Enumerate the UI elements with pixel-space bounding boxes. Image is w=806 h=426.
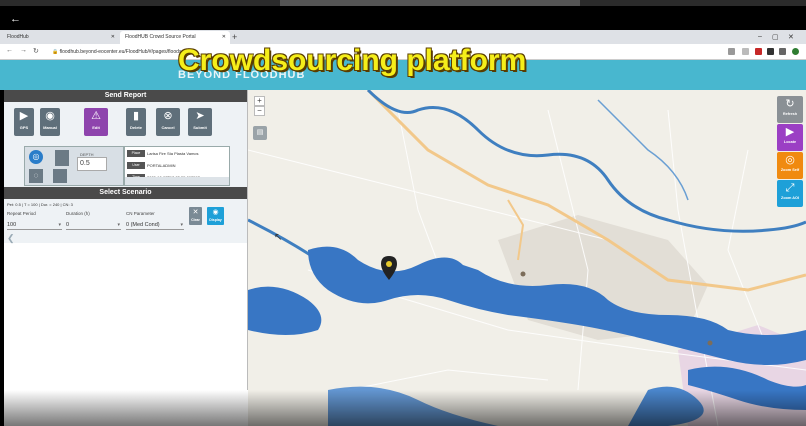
display-button[interactable]: ◉ Display <box>207 207 224 225</box>
extension-icon[interactable] <box>767 48 774 55</box>
tab-label: FloodHUB Crowd Source Portal <box>125 34 196 40</box>
overlay-caption: Crowdsourcing platform <box>178 44 527 77</box>
trash-icon[interactable] <box>55 150 69 166</box>
cancel-button[interactable]: ⊗ Cancel <box>156 108 180 136</box>
select-scenario-header: Select Scenario <box>4 187 247 199</box>
map-poi <box>707 340 713 346</box>
extension-icon[interactable] <box>755 48 762 55</box>
clear-button[interactable]: ✕ Clear <box>189 207 202 225</box>
maximize-button[interactable]: ▢ <box>772 33 779 41</box>
repeat-period-label: Repeat Period <box>7 211 36 216</box>
gps-button[interactable]: ▶ GPS <box>14 108 34 136</box>
minimize-button[interactable]: – <box>758 33 762 40</box>
video-top-strip <box>0 0 806 6</box>
new-tab-button[interactable]: + <box>232 32 237 42</box>
expand-icon: ⤢ <box>785 182 795 194</box>
report-meta: Place Larisa Fire Sta Plasta Vamos User PO… <box>124 146 230 186</box>
eye-icon: ◉ <box>212 209 219 216</box>
locate-icon: ▶ <box>785 126 795 138</box>
video-progress-strip <box>280 0 580 6</box>
meta-row-user: User PORTALADMIN <box>125 161 229 171</box>
camera-icon[interactable]: ◎ <box>29 150 43 164</box>
close-icon: ✕ <box>192 209 199 216</box>
cn-parameter-label: CN Parameter <box>126 211 155 216</box>
back-arrow-icon[interactable]: ← <box>10 13 21 25</box>
trash-icon: ▮ <box>132 110 140 122</box>
map-view[interactable]: + − ▤ ↖ ↻ Refresh ▶ Locate ◎ Zoom Self ⤢ Zoo… <box>248 90 806 426</box>
puzzle-icon[interactable] <box>779 48 786 55</box>
map-canvas <box>248 90 806 426</box>
river <box>366 90 806 233</box>
flood-extent <box>248 286 322 335</box>
meta-row-place: Place Larisa Fire Sta Plasta Vamos <box>125 149 229 159</box>
tab-close-icon[interactable]: ✕ <box>111 34 115 40</box>
repeat-period-select[interactable]: 100 ▾ <box>7 220 62 230</box>
chevron-down-icon: ▾ <box>117 222 120 228</box>
duration-label: Duration (h) <box>66 211 90 216</box>
video-bottom-fade <box>248 390 806 426</box>
delete-button[interactable]: ▮ Delete <box>126 108 146 136</box>
crosshair-icon: ◎ <box>785 154 795 166</box>
layers-icon[interactable]: ▤ <box>253 126 267 140</box>
scenario-summary: Pet: 0.5 | T = 100 | Dur. = 240 | CN: 3 <box>7 202 73 207</box>
report-toolbar: ▶ GPS ◉ Manual ⚠ Edit ▮ Delete ⊗ Cancel ➤ Subm… <box>4 102 247 142</box>
submit-button[interactable]: ➤ Submit <box>188 108 212 136</box>
meta-footer <box>125 177 229 185</box>
image-icon[interactable] <box>53 169 67 183</box>
zoom-aoi-button[interactable]: ⤢ Zoom AOI <box>777 180 803 207</box>
reload-icon[interactable]: ↻ <box>33 47 39 55</box>
browser-tab-bar: FloodHub ✕ FloodHUB Crowd Source Portal … <box>0 30 806 44</box>
side-panel: Send Report ▶ GPS ◉ Manual ⚠ Edit ▮ Delete ⊗… <box>4 90 248 426</box>
refresh-icon: ↻ <box>785 98 795 110</box>
browser-tab-portal[interactable]: FloodHUB Crowd Source Portal ✕ <box>120 31 230 44</box>
collapse-panel-icon[interactable]: ❮ <box>7 233 15 244</box>
depth-input[interactable]: 0.5 <box>77 157 107 171</box>
zoom-in-button[interactable]: + <box>254 96 265 106</box>
tab-close-icon[interactable]: ✕ <box>222 34 226 40</box>
cn-parameter-select[interactable]: 0 (Med Cond) ▾ <box>126 220 184 230</box>
screen-frame: ← FloodHub ✕ FloodHUB Crowd Source Porta… <box>0 0 806 426</box>
close-window-button[interactable]: ✕ <box>788 33 794 41</box>
profile-avatar[interactable] <box>792 48 799 55</box>
gps-icon: ▶ <box>19 110 29 122</box>
report-details: ◎ DEPTH 0.5 ◌ Place Larisa Fire Sta Plast… <box>4 142 247 187</box>
zoom-out-button[interactable]: − <box>254 106 265 116</box>
back-button-icon[interactable]: ← <box>6 47 13 54</box>
mouse-cursor-icon: ↖ <box>274 232 283 243</box>
share-icon[interactable] <box>728 48 735 55</box>
photo-area: ◎ DEPTH 0.5 ◌ <box>24 146 124 186</box>
duration-select[interactable]: 0 ▾ <box>66 220 121 230</box>
warning-icon: ⚠ <box>91 110 101 122</box>
video-bottom-fade <box>4 390 248 426</box>
forward-button-icon[interactable]: → <box>20 47 27 54</box>
refresh-button[interactable]: ↻ Refresh <box>777 96 803 123</box>
url-text: floodhub.beyond-eocenter.eu/FloodHub/#/p… <box>59 49 182 55</box>
report-marker-dot <box>386 261 392 267</box>
send-report-header: Send Report <box>4 90 247 102</box>
manual-button[interactable]: ◉ Manual <box>40 108 60 136</box>
scenario-form: Pet: 0.5 | T = 100 | Dur. = 240 | CN: 3 … <box>4 199 247 243</box>
map-poi <box>520 271 526 277</box>
locate-button[interactable]: ▶ Locate <box>777 124 803 151</box>
camera-icon[interactable]: ◌ <box>29 169 43 183</box>
browser-tab-floodhub[interactable]: FloodHub ✕ <box>2 31 119 44</box>
close-circle-icon: ⊗ <box>163 110 173 122</box>
chevron-down-icon: ▾ <box>58 222 61 228</box>
zoom-self-button[interactable]: ◎ Zoom Self <box>777 152 803 179</box>
edit-button[interactable]: ⚠ Edit <box>84 108 108 136</box>
star-icon[interactable] <box>742 48 749 55</box>
chevron-down-icon: ▾ <box>180 222 183 228</box>
send-icon: ➤ <box>195 110 205 122</box>
tab-label: FloodHub <box>7 34 29 40</box>
pin-icon: ◉ <box>45 110 55 122</box>
